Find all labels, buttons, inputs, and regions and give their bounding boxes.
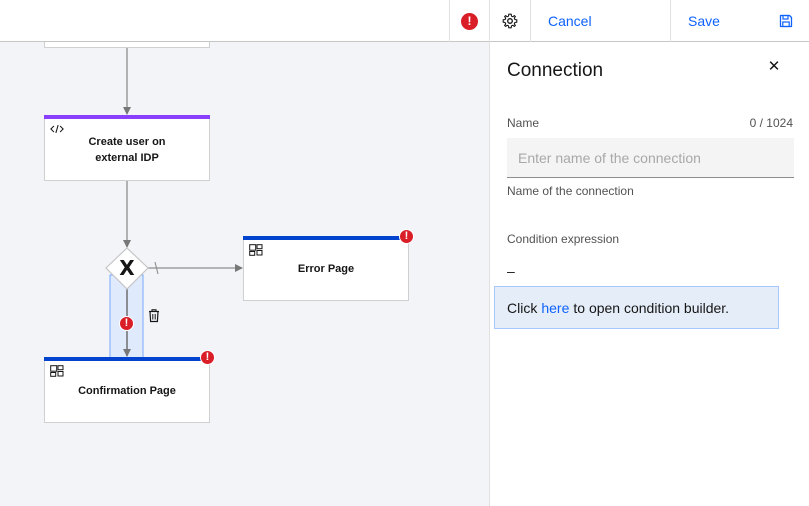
connection-properties-panel: Connection ✕ Name 0 / 1024 Name of the c…	[489, 42, 809, 506]
node-stripe	[44, 115, 210, 119]
panel-title: Connection	[507, 60, 604, 81]
trash-icon[interactable]	[147, 308, 161, 323]
page-layout-icon	[249, 244, 263, 256]
error-icon: !	[461, 12, 478, 30]
confirmation-page-node[interactable]: Confirmation Page	[44, 357, 210, 423]
node-title: Confirmation Page	[78, 385, 176, 397]
node-stripe	[243, 236, 409, 240]
error-page-node[interactable]: Error Page	[243, 236, 409, 301]
decision-label: X	[119, 256, 135, 280]
condition-builder-link[interactable]: here	[541, 300, 569, 316]
node-title-line2: external IDP	[95, 152, 159, 164]
node-title-line1: Create user on	[88, 136, 166, 148]
condition-prefix: Click	[507, 299, 538, 316]
cancel-button[interactable]: Cancel	[530, 0, 670, 42]
save-button[interactable]: Save	[670, 0, 809, 42]
close-icon[interactable]: ✕	[764, 56, 784, 76]
connection-error-icon[interactable]: !	[119, 316, 134, 331]
top-toolbar: ! Cancel Save	[0, 0, 809, 42]
node-error-icon[interactable]: !	[399, 229, 414, 244]
previous-node[interactable]	[44, 42, 210, 48]
connection-name-input[interactable]	[507, 138, 794, 178]
condition-builder-notice: Click here to open condition builder.	[494, 286, 779, 329]
flow-canvas[interactable]: X ! Create user on external IDP Error Pa…	[0, 42, 489, 506]
settings-button[interactable]	[489, 0, 530, 42]
node-error-icon[interactable]: !	[200, 350, 215, 365]
node-stripe	[44, 357, 210, 361]
condition-label: Condition expression	[507, 232, 620, 246]
create-user-node[interactable]: Create user on external IDP	[44, 115, 210, 181]
flow-editor: ! Cancel Save X ! Create user on externa…	[0, 0, 809, 506]
condition-suffix: to open condition builder.	[573, 299, 730, 316]
save-icon	[779, 14, 793, 28]
name-counter: 0 / 1024	[749, 116, 793, 130]
name-helper-text: Name of the connection	[507, 184, 634, 198]
gear-icon	[502, 13, 518, 29]
page-layout-icon	[50, 365, 64, 377]
node-title: Error Page	[297, 263, 355, 275]
save-label: Save	[688, 13, 720, 29]
condition-value: –	[507, 263, 515, 279]
name-label: Name	[507, 116, 540, 130]
validation-error-button[interactable]: !	[449, 0, 489, 42]
